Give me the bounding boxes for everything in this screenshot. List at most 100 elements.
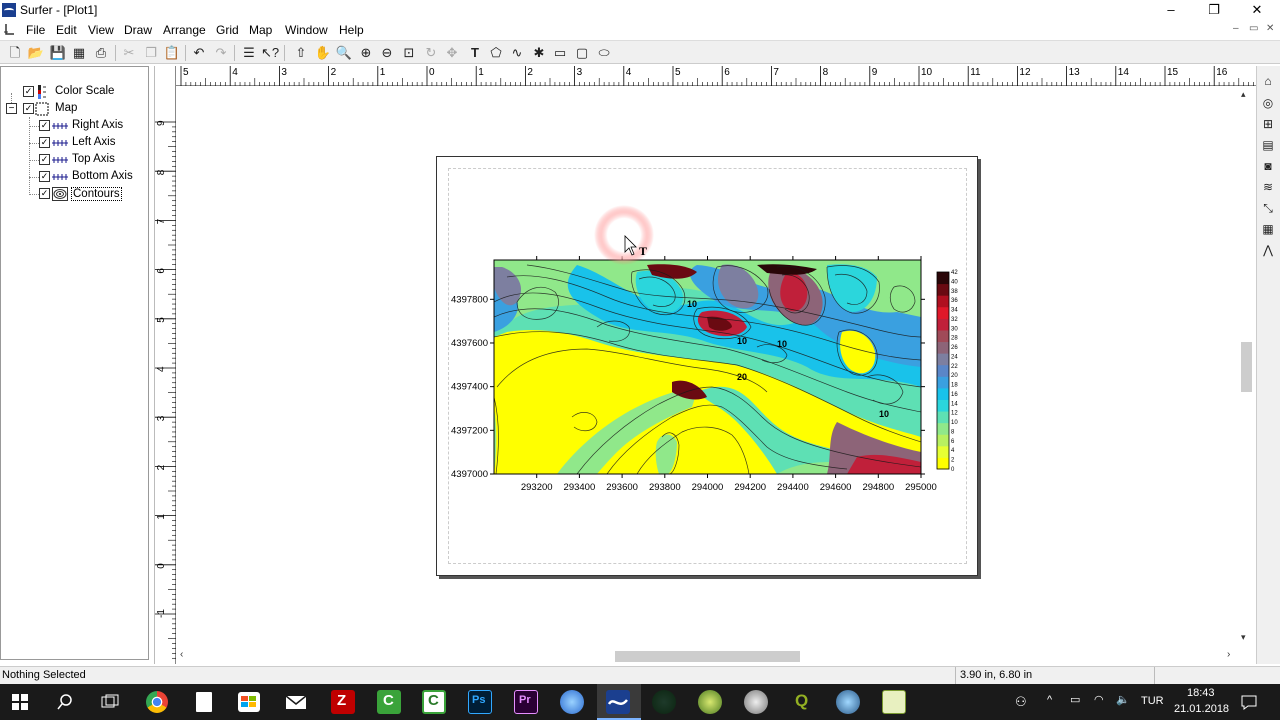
- tree-item-left-axis[interactable]: ✓ Left Axis: [1, 135, 149, 151]
- zoom-realtime-icon[interactable]: 🔍: [335, 44, 353, 62]
- tree-item-color-scale[interactable]: ✓ Color Scale: [1, 84, 149, 100]
- surfer-icon[interactable]: [606, 690, 630, 714]
- network-icon[interactable]: ◠: [1094, 693, 1104, 706]
- mdi-restore-button[interactable]: ▭: [1249, 23, 1258, 34]
- camtasia-icon[interactable]: C: [377, 690, 401, 714]
- chrome-icon[interactable]: [146, 691, 168, 713]
- property-tool-icon[interactable]: ◎: [1259, 94, 1277, 112]
- ellipse-icon[interactable]: ⬭: [595, 44, 613, 62]
- legend-tool-icon[interactable]: ▤: [1259, 136, 1277, 154]
- tray-overflow-icon[interactable]: ^: [1047, 694, 1052, 706]
- close-button[interactable]: ✕: [1235, 0, 1279, 20]
- checkbox[interactable]: ✓: [39, 154, 50, 165]
- select-arrow-icon[interactable]: ⇧: [292, 44, 310, 62]
- menu-window[interactable]: Window: [285, 23, 328, 37]
- object-manager-icon[interactable]: ☰: [240, 44, 258, 62]
- cut-icon[interactable]: ✂: [120, 44, 138, 62]
- app-icon-1[interactable]: [652, 690, 676, 714]
- reshape-icon[interactable]: ✥: [443, 44, 461, 62]
- vector-icon[interactable]: ⋀: [1259, 241, 1277, 259]
- scroll-down-icon[interactable]: ▾: [1241, 632, 1246, 643]
- vertical-scrollbar[interactable]: ▴ ▾: [1237, 87, 1255, 648]
- scroll-up-icon[interactable]: ▴: [1241, 89, 1246, 100]
- symbol-icon[interactable]: ✱: [530, 44, 548, 62]
- redo-icon[interactable]: ↷: [212, 44, 230, 62]
- rectangle-icon[interactable]: ▭: [551, 44, 569, 62]
- checkbox[interactable]: ✓: [39, 171, 50, 182]
- object-manager-tool-icon[interactable]: ⌂: [1259, 72, 1277, 90]
- mail-icon[interactable]: [285, 695, 307, 710]
- mdi-close-button[interactable]: ✕: [1266, 23, 1274, 34]
- volume-icon[interactable]: 🔈: [1116, 693, 1130, 706]
- app-icon-2[interactable]: [698, 690, 722, 714]
- paste-icon[interactable]: 📋: [163, 44, 181, 62]
- photoshop-icon[interactable]: Ps: [468, 690, 492, 714]
- task-view-icon[interactable]: [101, 694, 119, 710]
- menu-arrange[interactable]: Arrange: [163, 23, 206, 37]
- premiere-icon[interactable]: Pr: [514, 690, 538, 714]
- save-icon[interactable]: 💾: [49, 44, 67, 62]
- qgis-icon[interactable]: Q: [790, 690, 814, 714]
- contour-map[interactable]: 1010201010 293200 293400 293600 293800 29400…: [177, 87, 1237, 648]
- tree-item-top-axis[interactable]: ✓ Top Axis: [1, 152, 149, 168]
- menu-map[interactable]: Map: [249, 23, 272, 37]
- document-icon[interactable]: [3, 22, 17, 36]
- clock-time[interactable]: 18:43: [1187, 687, 1215, 699]
- menu-draw[interactable]: Draw: [124, 23, 152, 37]
- text-icon[interactable]: T: [466, 44, 484, 62]
- print-icon[interactable]: ⎙: [92, 44, 110, 62]
- app-icon-3[interactable]: [744, 690, 768, 714]
- restore-button[interactable]: ❐: [1192, 0, 1236, 20]
- polygon-icon[interactable]: ⬠: [487, 44, 505, 62]
- pan-hand-icon[interactable]: ✋: [314, 44, 332, 62]
- notification-icon[interactable]: [1241, 694, 1257, 710]
- tree-item-right-axis[interactable]: ✓ Right Axis: [1, 118, 149, 134]
- 3d-surface-icon[interactable]: ▦: [1259, 220, 1277, 238]
- input-language[interactable]: TUR: [1141, 695, 1164, 707]
- camtasia-editor-icon[interactable]: C: [422, 690, 446, 714]
- rounded-rectangle-icon[interactable]: ▢: [573, 44, 591, 62]
- map-frame-tool-icon[interactable]: ⊞: [1259, 115, 1277, 133]
- menu-view[interactable]: View: [88, 23, 114, 37]
- checkbox[interactable]: ✓: [39, 120, 50, 131]
- menu-file[interactable]: File: [26, 23, 45, 37]
- store-icon[interactable]: [238, 692, 260, 712]
- unknown-app-icon[interactable]: [560, 690, 584, 714]
- post-map-icon[interactable]: ⤡: [1259, 199, 1277, 217]
- polyline-icon[interactable]: ∿: [508, 44, 526, 62]
- collapse-toggle[interactable]: −: [6, 103, 17, 114]
- people-icon[interactable]: ⚇: [1015, 694, 1027, 710]
- undo-icon[interactable]: ↶: [190, 44, 208, 62]
- checkbox[interactable]: ✓: [23, 103, 34, 114]
- minimize-button[interactable]: –: [1149, 0, 1193, 20]
- contour-map-icon[interactable]: ≋: [1259, 178, 1277, 196]
- scroll-left-icon[interactable]: ‹: [180, 649, 183, 660]
- camera-icon[interactable]: ◙: [1259, 157, 1277, 175]
- tree-item-map[interactable]: − ✓ Map: [1, 101, 149, 117]
- scroll-thumb[interactable]: [1241, 342, 1252, 392]
- search-icon[interactable]: [57, 694, 73, 710]
- scroll-thumb[interactable]: [615, 651, 800, 662]
- mdi-minimize-button[interactable]: –: [1233, 23, 1239, 34]
- battery-icon[interactable]: ▭: [1070, 693, 1080, 706]
- horizontal-scrollbar[interactable]: ‹ ›: [177, 648, 1237, 664]
- new-icon[interactable]: 🗋: [6, 44, 24, 62]
- start-icon[interactable]: [12, 694, 28, 710]
- filezilla-icon[interactable]: Z: [331, 690, 355, 714]
- app-icon-4[interactable]: [836, 690, 860, 714]
- copy-icon[interactable]: ❐: [142, 44, 160, 62]
- open-icon[interactable]: 📂: [27, 44, 45, 62]
- help-pointer-icon[interactable]: ↖?: [261, 44, 279, 62]
- checkbox[interactable]: ✓: [39, 137, 50, 148]
- zoom-rectangle-icon[interactable]: ⊡: [400, 44, 418, 62]
- file-icon[interactable]: [196, 692, 212, 712]
- worksheet-icon[interactable]: ▦: [70, 44, 88, 62]
- app-icon-5[interactable]: [882, 690, 906, 714]
- menu-grid[interactable]: Grid: [216, 23, 239, 37]
- tree-item-contours[interactable]: ✓ Contours: [1, 186, 149, 202]
- zoom-in-icon[interactable]: ⊕: [357, 44, 375, 62]
- scroll-right-icon[interactable]: ›: [1227, 649, 1230, 660]
- checkbox[interactable]: ✓: [23, 86, 34, 97]
- tree-item-bottom-axis[interactable]: ✓ Bottom Axis: [1, 169, 149, 185]
- clock-date[interactable]: 21.01.2018: [1174, 703, 1229, 715]
